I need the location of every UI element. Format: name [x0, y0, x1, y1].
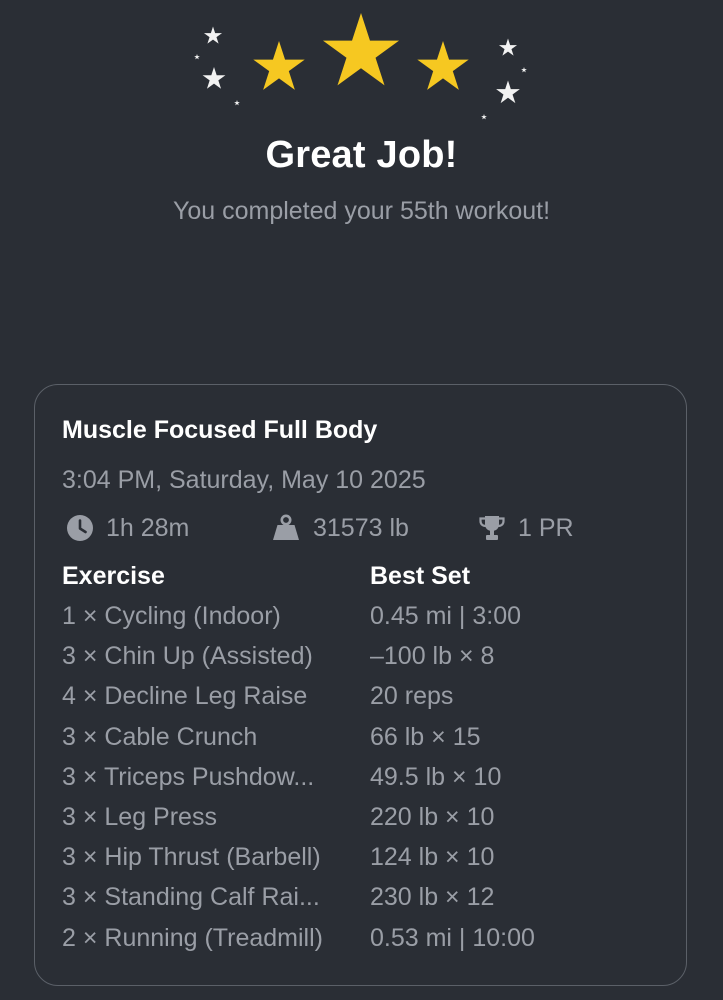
congrats-subtitle: You completed your 55th workout!	[172, 197, 551, 225]
stat-volume: 31573 lb	[271, 511, 409, 545]
stat-volume-value: 31573 lb	[313, 513, 409, 542]
exercise-row: 3 × Hip Thrust (Barbell) 124 lb × 10	[62, 841, 662, 881]
exercise-name: 3 × Leg Press	[62, 802, 217, 831]
stat-personal-records: 1 PR	[478, 511, 574, 545]
exercise-name: 3 × Chin Up (Assisted)	[62, 642, 313, 671]
exercise-best-set: 230 lb × 12	[370, 883, 495, 912]
exercise-best-set: 220 lb × 10	[370, 802, 495, 831]
stat-duration: 1h 28m	[66, 511, 189, 545]
exercise-name: 3 × Hip Thrust (Barbell)	[62, 843, 321, 872]
star-icon	[322, 13, 400, 86]
star-icon	[521, 67, 527, 73]
stat-duration-value: 1h 28m	[106, 513, 190, 542]
exercise-best-set: 66 lb × 15	[370, 722, 481, 751]
exercise-name: 3 × Cable Crunch	[62, 722, 258, 751]
exercise-row: 2 × Running (Treadmill) 0.53 mi | 10:00	[62, 922, 662, 962]
workout-datetime: 3:04 PM, Saturday, May 10 2025	[62, 466, 426, 494]
exercise-best-set: 0.53 mi | 10:00	[370, 923, 535, 952]
star-icon	[194, 54, 200, 60]
star-icon	[481, 114, 487, 120]
workout-name: Muscle Focused Full Body	[62, 416, 378, 444]
exercise-row: 4 × Decline Leg Raise 20 reps	[62, 680, 662, 720]
star-icon	[496, 80, 520, 104]
exercise-row: 3 × Triceps Pushdow... 49.5 lb × 10	[62, 761, 662, 801]
exercise-name: 3 × Standing Calf Rai...	[62, 883, 320, 912]
weight-icon	[273, 514, 299, 540]
star-icon	[498, 38, 518, 56]
star-icon	[202, 67, 226, 89]
exercise-row: 3 × Cable Crunch 66 lb × 15	[62, 721, 662, 761]
exercise-row: 3 × Standing Calf Rai... 230 lb × 12	[62, 881, 662, 921]
exercise-column-header: Exercise	[62, 562, 165, 590]
exercise-best-set: –100 lb × 8	[370, 642, 495, 671]
exercise-list: 1 × Cycling (Indoor) 0.45 mi | 3:00 3 × …	[62, 600, 662, 962]
exercise-row: 1 × Cycling (Indoor) 0.45 mi | 3:00	[62, 600, 662, 640]
celebration-stars	[194, 13, 527, 120]
star-icon	[203, 26, 223, 44]
workout-summary-card[interactable]: Muscle Focused Full Body 3:04 PM, Saturd…	[34, 384, 687, 986]
trophy-icon	[479, 516, 505, 540]
stat-pr-value: 1 PR	[518, 513, 574, 542]
star-icon	[417, 41, 469, 90]
star-icon	[234, 100, 240, 106]
star-icon	[253, 41, 305, 90]
exercise-name: 3 × Triceps Pushdow...	[62, 762, 315, 791]
exercise-best-set: 124 lb × 10	[370, 843, 495, 872]
best-set-column-header: Best Set	[370, 562, 471, 590]
exercise-name: 4 × Decline Leg Raise	[62, 682, 308, 711]
exercise-best-set: 49.5 lb × 10	[370, 762, 502, 791]
congrats-title: Great Job!	[265, 134, 458, 176]
clock-icon	[67, 515, 93, 541]
exercise-best-set: 0.45 mi | 3:00	[370, 602, 522, 630]
exercise-row: 3 × Chin Up (Assisted) –100 lb × 8	[62, 640, 662, 680]
exercise-name: 1 × Cycling (Indoor)	[62, 602, 281, 630]
exercise-best-set: 20 reps	[370, 682, 454, 711]
exercise-row: 3 × Leg Press 220 lb × 10	[62, 801, 662, 841]
exercise-name: 2 × Running (Treadmill)	[62, 923, 323, 952]
